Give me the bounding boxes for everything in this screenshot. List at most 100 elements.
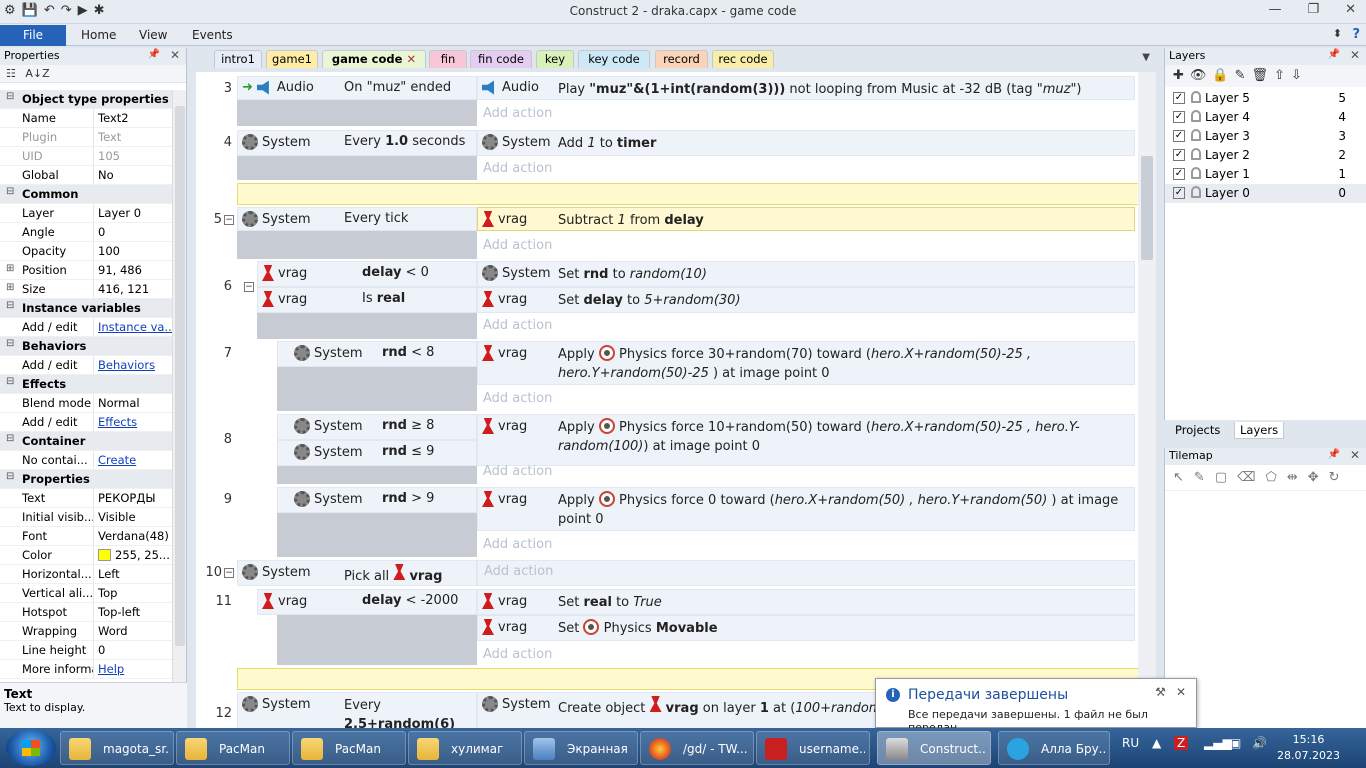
minimize-icon[interactable]: — — [1268, 2, 1281, 17]
property-row[interactable]: Add / edit Effects — [0, 413, 172, 432]
add-layer-icon[interactable]: ✚ — [1173, 68, 1184, 84]
ribbon-tab-home[interactable]: Home — [81, 28, 116, 42]
property-value[interactable]: 0 — [94, 223, 172, 241]
close-panel-icon[interactable]: ✕ — [170, 48, 180, 62]
property-value[interactable]: 0 — [94, 641, 172, 659]
property-value[interactable]: Help — [94, 660, 172, 678]
property-value[interactable]: Layer 0 — [94, 204, 172, 222]
device-icon[interactable]: ▣ — [1230, 736, 1241, 750]
condition-row[interactable]: System rnd ≤ 9 — [277, 440, 477, 466]
condition-row[interactable]: vrag delay < -2000 — [257, 589, 477, 615]
eye-icon[interactable]: 👁 — [1190, 68, 1207, 84]
property-link[interactable]: Create — [98, 453, 136, 467]
property-value[interactable]: Visible — [94, 508, 172, 526]
condition-row[interactable]: System rnd < 8 — [277, 341, 477, 367]
property-row[interactable]: Text РЕКОРДЫ — [0, 489, 172, 508]
property-row[interactable]: More informa... Help — [0, 660, 172, 679]
property-value[interactable]: Text2 — [94, 109, 172, 127]
layer-row[interactable]: ✓ Layer 1 1 — [1165, 165, 1366, 184]
action-row-selected[interactable]: vrag Subtract 1 from delay — [477, 207, 1135, 231]
restore-icon[interactable]: ❐ — [1307, 2, 1319, 17]
delete-icon[interactable]: 🗑 — [1252, 68, 1269, 84]
property-row[interactable]: Wrapping Word — [0, 622, 172, 641]
property-value[interactable]: Verdana(48) — [94, 527, 172, 545]
condition-row[interactable]: System Pick all vrag — [237, 560, 477, 586]
color-swatch[interactable] — [98, 549, 111, 561]
tab-game-code[interactable]: game code ✕ — [322, 50, 426, 68]
condition-row[interactable]: ➜ Audio On "muz" ended — [237, 76, 477, 100]
close-tab-icon[interactable]: ✕ — [406, 52, 416, 66]
event-sheet-scrollbar[interactable] — [1138, 72, 1156, 728]
add-action-link[interactable]: Add action — [484, 564, 553, 579]
property-row[interactable]: Plugin Text — [0, 128, 172, 147]
tab-dropdown-icon[interactable]: ▼ — [1142, 52, 1150, 63]
condition-row[interactable]: System rnd > 9 — [277, 487, 477, 513]
settings-icon[interactable]: ⚒ — [1155, 685, 1166, 699]
collapse-toggle-icon[interactable]: − — [224, 568, 234, 578]
filezilla-tray-icon[interactable]: Z — [1174, 736, 1189, 750]
property-link[interactable]: Help — [98, 662, 124, 676]
lock-icon[interactable] — [1191, 129, 1201, 141]
property-value[interactable]: Instance va... — [94, 318, 172, 336]
property-row[interactable]: Blend mode Normal — [0, 394, 172, 413]
ribbon-tab-view[interactable]: View — [139, 28, 167, 42]
property-row[interactable]: Font Verdana(48) — [0, 527, 172, 546]
property-row[interactable]: Global No — [0, 166, 172, 185]
property-value[interactable]: Create — [94, 451, 172, 469]
network-icon[interactable]: ▂▄▆ — [1204, 736, 1232, 750]
lock-icon[interactable] — [1191, 91, 1201, 103]
property-row[interactable]: No contai... Create — [0, 451, 172, 470]
property-row[interactable]: Color 255, 25... — [0, 546, 172, 565]
pin-icon[interactable]: 📌 — [1328, 449, 1340, 460]
clock[interactable]: 15:16 28.07.2023 — [1277, 732, 1340, 764]
taskbar-button[interactable]: /gd/ - TW... — [640, 731, 754, 765]
property-value[interactable]: РЕКОРДЫ — [94, 489, 172, 507]
layer-row[interactable]: ✓ Layer 0 0 — [1165, 184, 1366, 203]
action-row[interactable]: vrag Set Physics Movable — [477, 615, 1135, 641]
property-category[interactable]: Properties — [0, 470, 172, 489]
tab-record[interactable]: record — [655, 50, 708, 68]
lock-icon[interactable] — [1191, 110, 1201, 122]
visible-checkbox[interactable]: ✓ — [1173, 168, 1185, 180]
action-row[interactable]: System Add 1 to timer — [477, 130, 1135, 156]
visible-checkbox[interactable]: ✓ — [1173, 149, 1185, 161]
pointer-icon[interactable]: ↖ — [1173, 470, 1184, 485]
condition-row[interactable]: vrag delay < 0 — [257, 261, 477, 287]
property-category[interactable]: Container — [0, 432, 172, 451]
pin-icon[interactable]: 📌 — [1328, 49, 1340, 60]
collapse-toggle-icon[interactable]: − — [224, 215, 234, 225]
move-down-icon[interactable]: ⇩ — [1291, 68, 1302, 84]
property-category[interactable]: Common — [0, 185, 172, 204]
property-value[interactable]: 255, 25... — [94, 546, 172, 564]
add-action-link[interactable]: Add action — [483, 106, 552, 121]
property-value[interactable]: Top — [94, 584, 172, 602]
property-value[interactable]: 100 — [94, 242, 172, 260]
property-row[interactable]: UID 105 — [0, 147, 172, 166]
tab-layers[interactable]: Layers — [1234, 422, 1285, 439]
taskbar-button[interactable]: username.... — [756, 731, 870, 765]
property-link[interactable]: Behaviors — [98, 358, 155, 372]
property-link[interactable]: Instance va... — [98, 320, 172, 334]
sort-az-icon[interactable]: A↓Z — [25, 67, 49, 80]
action-row[interactable]: vrag Apply Physics force 0 toward (hero.… — [477, 487, 1135, 531]
mirror-icon[interactable]: ⇹ — [1287, 470, 1298, 485]
ribbon-expand-icon[interactable]: ⬍ — [1333, 27, 1342, 40]
condition-row[interactable]: System Every 2.5+random(6) seconds — [237, 692, 477, 728]
property-row[interactable]: Angle 0 — [0, 223, 172, 242]
add-action-link[interactable]: Add action — [483, 238, 552, 253]
move-up-icon[interactable]: ⇧ — [1274, 68, 1285, 84]
language-indicator[interactable]: RU — [1122, 736, 1139, 750]
eraser-icon[interactable]: ⌫ — [1237, 470, 1255, 485]
property-value[interactable]: No — [94, 166, 172, 184]
ribbon-tab-events[interactable]: Events — [192, 28, 233, 42]
visible-checkbox[interactable]: ✓ — [1173, 187, 1185, 199]
property-value[interactable]: 105 — [94, 147, 172, 165]
action-row[interactable]: Audio Play "muz"&(1+int(random(3))) not … — [477, 76, 1135, 100]
property-row[interactable]: Initial visib... Visible — [0, 508, 172, 527]
property-value[interactable]: Left — [94, 565, 172, 583]
rotate-icon[interactable]: ↻ — [1329, 470, 1340, 485]
property-value[interactable]: 416, 121 — [94, 280, 172, 298]
stamp-icon[interactable]: ⬠ — [1266, 470, 1277, 485]
layer-row[interactable]: ✓ Layer 3 3 — [1165, 127, 1366, 146]
tray-expand-icon[interactable]: ▲ — [1152, 736, 1161, 750]
